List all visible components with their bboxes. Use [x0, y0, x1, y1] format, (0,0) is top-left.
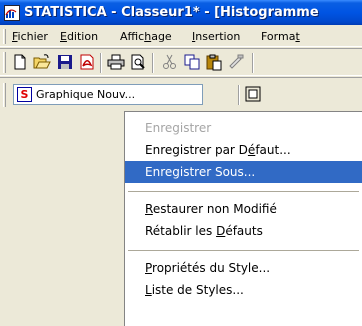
menu-item-enregistrer-par-defaut[interactable]: Enregistrer par Défaut...	[125, 139, 362, 161]
format-painter-icon[interactable]	[227, 53, 245, 71]
style-combo-value: Graphique Nouv...	[36, 88, 136, 101]
menu-bar: Fichier Edition Affichage Insertion Form…	[0, 26, 362, 47]
toolbar-grip[interactable]	[3, 52, 6, 73]
menu-format[interactable]: Format	[261, 30, 300, 43]
toolbar-separator	[252, 53, 254, 73]
cut-icon[interactable]	[161, 53, 179, 71]
title-bar[interactable]: STATISTICA - Classeur1* - [Histogramme	[0, 0, 362, 25]
style-toolbar: S Graphique Nouv...	[0, 77, 362, 111]
style-toolbar-grip[interactable]	[3, 83, 6, 107]
pdf-icon[interactable]	[78, 53, 96, 71]
border-icon[interactable]	[244, 85, 262, 103]
standard-toolbar	[0, 48, 362, 76]
menu-item-enregistrer[interactable]: Enregistrer	[125, 117, 362, 139]
statistica-app-icon[interactable]	[4, 4, 20, 21]
copy-icon[interactable]	[183, 53, 201, 71]
menu-item-liste-de-styles[interactable]: Liste de Styles...	[125, 279, 362, 301]
style-context-menu: Enregistrer Enregistrer par Défaut... En…	[124, 111, 362, 326]
print-icon[interactable]	[107, 53, 125, 71]
menubar-grip[interactable]	[3, 29, 6, 44]
toolbar-separator	[152, 53, 154, 73]
style-s-icon: S	[17, 87, 32, 102]
new-document-icon[interactable]	[11, 53, 29, 71]
open-folder-icon[interactable]	[33, 53, 51, 71]
menu-separator	[128, 250, 359, 251]
menu-item-proprietes-du-style[interactable]: Propriétés du Style...	[125, 257, 362, 279]
paste-icon[interactable]	[205, 53, 223, 71]
window-title: STATISTICA - Classeur1* - [Histogramme	[24, 5, 319, 20]
menu-edition[interactable]: Edition	[60, 30, 98, 43]
toolbar-separator	[100, 53, 102, 73]
menu-item-retablir-les-defauts[interactable]: Rétablir les Défauts	[125, 220, 362, 242]
menu-fichier[interactable]: Fichier	[12, 30, 48, 43]
menu-insertion[interactable]: Insertion	[192, 30, 240, 43]
print-preview-icon[interactable]	[129, 53, 147, 71]
toolbar-separator	[238, 85, 240, 105]
menu-item-restaurer-non-modifie[interactable]: Restaurer non Modifié	[125, 198, 362, 220]
menu-item-enregistrer-sous[interactable]: Enregistrer Sous...	[125, 161, 362, 183]
menu-affichage[interactable]: Affichage	[120, 30, 172, 43]
menu-separator	[128, 191, 359, 192]
save-icon[interactable]	[56, 53, 74, 71]
style-combo[interactable]: S Graphique Nouv...	[13, 84, 203, 105]
